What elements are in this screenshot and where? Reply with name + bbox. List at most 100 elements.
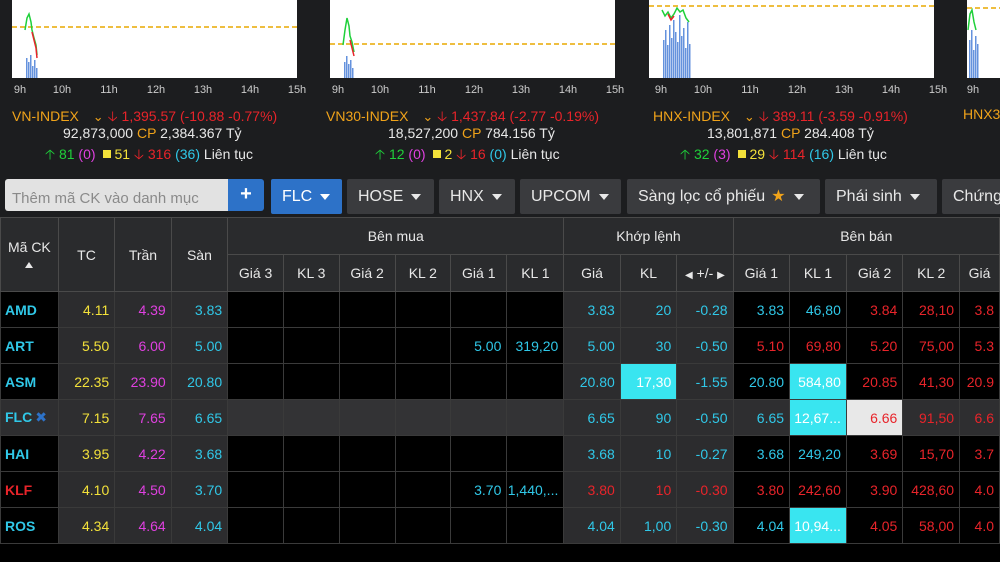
table-row[interactable]: HAI 3.95 4.22 3.68 3.68 10 -0.27 3.68 24…: [0, 435, 1000, 472]
header-floor[interactable]: Sàn: [170, 217, 229, 292]
index-name[interactable]: VN-INDEX: [12, 108, 79, 124]
bid-price-1[interactable]: [450, 399, 508, 436]
index-panel-vnindex[interactable]: 9h 10h 11h 12h 13h 14h 15h VN-INDEX ⌄ 🡣 …: [0, 0, 306, 170]
tab-hose[interactable]: HOSE: [347, 179, 434, 214]
index-name[interactable]: VN30-INDEX: [326, 108, 408, 124]
ask-price-1[interactable]: 20.80: [732, 363, 791, 400]
table-row[interactable]: KLF 4.10 4.50 3.70 3.70 1,440,... 3.80 1…: [0, 471, 1000, 508]
caret-left-icon[interactable]: ◀: [685, 270, 693, 281]
tab-stock-screener[interactable]: Sàng lọc cổ phiếu ★: [627, 179, 820, 214]
bid-price-3[interactable]: [227, 327, 284, 364]
ask-price-2[interactable]: 5.20: [845, 327, 904, 364]
chevron-down-icon[interactable]: ⌄: [93, 109, 104, 125]
tab-hnx[interactable]: HNX: [439, 179, 515, 214]
symbol-cell[interactable]: ROS: [0, 507, 59, 544]
chevron-down-icon[interactable]: ⌄: [422, 109, 433, 125]
symbol-cell[interactable]: AMD: [0, 291, 59, 328]
symbol-cell[interactable]: ASM: [0, 363, 59, 400]
ask-price-1[interactable]: 4.04: [732, 507, 791, 544]
table-row[interactable]: AMD 4.11 4.39 3.83 3.83 20 -0.28 3.83 46…: [0, 291, 1000, 328]
tab-securities[interactable]: Chứng: [942, 179, 1000, 214]
bid-price-2[interactable]: [338, 363, 396, 400]
header-ask-price-3[interactable]: Giá: [959, 254, 1000, 292]
symbol-cell[interactable]: HAI: [0, 435, 59, 472]
header-change[interactable]: ◀ +/- ▶: [676, 254, 734, 292]
ask-price-2[interactable]: 3.84: [845, 291, 904, 328]
header-ceiling[interactable]: Trần: [114, 217, 172, 292]
header-match-vol[interactable]: KL: [619, 254, 678, 292]
header-bid-vol-3[interactable]: KL 3: [282, 254, 340, 292]
table-row[interactable]: ROS 4.34 4.64 4.04 4.04 1,00 -0.30 4.04 …: [0, 507, 1000, 544]
table-row[interactable]: ART 5.50 6.00 5.00 5.00 319,20 5.00 30 -…: [0, 327, 1000, 364]
ask-price-2[interactable]: 3.69: [845, 435, 904, 472]
symbol-cell[interactable]: ART: [0, 327, 59, 364]
bid-price-1[interactable]: 3.70: [450, 471, 508, 508]
chevron-down-icon[interactable]: ⌄: [744, 109, 755, 125]
bid-price-2[interactable]: [338, 291, 396, 328]
header-symbol[interactable]: Mã CK: [0, 217, 59, 292]
ask-price-1[interactable]: 3.83: [732, 291, 791, 328]
bid-price-1[interactable]: [450, 291, 508, 328]
index-panel-vn30[interactable]: 9h 10h 11h 12h 13h 14h 15h VN30-INDEX ⌄ …: [318, 0, 624, 170]
header-reference[interactable]: TC: [57, 217, 116, 292]
header-bid-vol-1[interactable]: KL 1: [506, 254, 565, 292]
header-bid-vol-2[interactable]: KL 2: [394, 254, 452, 292]
tab-derivatives[interactable]: Phái sinh: [825, 179, 937, 214]
ask-price-2[interactable]: 20.85: [845, 363, 904, 400]
bid-price-1[interactable]: 5.00: [450, 327, 508, 364]
bid-price-1[interactable]: [450, 507, 508, 544]
bid-price-3[interactable]: [227, 507, 284, 544]
header-ask-price-1[interactable]: Giá 1: [732, 254, 791, 292]
add-symbol-button[interactable]: +: [228, 179, 264, 211]
ask-price-1[interactable]: 3.80: [732, 471, 791, 508]
index-panel-hnx30[interactable]: 9h HNX3: [955, 0, 1000, 170]
index-value-traded: 284.408 Tỷ: [804, 125, 874, 141]
bid-price-2[interactable]: [338, 399, 396, 436]
ask-price-3[interactable]: 4.0: [959, 471, 1000, 508]
bid-price-2[interactable]: [338, 435, 396, 472]
bid-price-3[interactable]: [227, 399, 284, 436]
index-panel-hnx[interactable]: 9h 10h 11h 12h 13h 14h 15h HNX-INDEX ⌄ 🡣…: [637, 0, 947, 170]
ask-price-3[interactable]: 4.0: [959, 507, 1000, 544]
bid-price-3[interactable]: [227, 363, 284, 400]
header-ask-vol-1[interactable]: KL 1: [789, 254, 847, 292]
header-bid-price-1[interactable]: Giá 1: [450, 254, 508, 292]
ask-price-3[interactable]: 3.8: [959, 291, 1000, 328]
ceiling-price: 4.22: [114, 435, 172, 472]
ask-price-1[interactable]: 3.68: [732, 435, 791, 472]
caret-right-icon[interactable]: ▶: [717, 270, 725, 281]
symbol-cell[interactable]: KLF: [0, 471, 59, 508]
index-name[interactable]: HNX3: [963, 106, 1000, 122]
bid-price-3[interactable]: [227, 471, 284, 508]
table-row-selected[interactable]: FLC ✖ 7.15 7.65 6.65 6.65 90 -0.50 6.65 1…: [0, 399, 1000, 436]
ask-price-2[interactable]: 6.66: [845, 399, 904, 436]
bid-price-1[interactable]: [450, 435, 508, 472]
bid-price-1[interactable]: [450, 363, 508, 400]
symbol-cell[interactable]: FLC ✖: [0, 399, 59, 436]
ask-price-2[interactable]: 4.05: [845, 507, 904, 544]
tab-upcom[interactable]: UPCOM: [520, 179, 621, 214]
ask-price-3[interactable]: 20.9: [959, 363, 1000, 400]
header-match-price[interactable]: Giá: [563, 254, 621, 292]
ask-vol-2: 28,10: [902, 291, 961, 328]
table-row[interactable]: ASM 22.35 23.90 20.80 20.80 17,30 -1.55 …: [0, 363, 1000, 400]
header-ask-price-2[interactable]: Giá 2: [845, 254, 904, 292]
add-symbol-input[interactable]: [5, 179, 229, 211]
header-ask-vol-2[interactable]: KL 2: [902, 254, 961, 292]
ask-price-3[interactable]: 6.6: [959, 399, 1000, 436]
bid-price-3[interactable]: [227, 291, 284, 328]
bid-price-2[interactable]: [338, 471, 396, 508]
index-name[interactable]: HNX-INDEX: [653, 108, 730, 124]
ask-price-1[interactable]: 6.65: [732, 399, 791, 436]
header-bid-price-3[interactable]: Giá 3: [227, 254, 284, 292]
header-bid-price-2[interactable]: Giá 2: [338, 254, 396, 292]
ask-price-2[interactable]: 3.90: [845, 471, 904, 508]
tab-flc[interactable]: FLC: [271, 179, 342, 214]
remove-icon[interactable]: ✖: [35, 409, 47, 425]
ask-price-3[interactable]: 3.7: [959, 435, 1000, 472]
ask-price-3[interactable]: 5.3: [959, 327, 1000, 364]
bid-price-2[interactable]: [338, 327, 396, 364]
ask-price-1[interactable]: 5.10: [732, 327, 791, 364]
bid-price-2[interactable]: [338, 507, 396, 544]
bid-price-3[interactable]: [227, 435, 284, 472]
